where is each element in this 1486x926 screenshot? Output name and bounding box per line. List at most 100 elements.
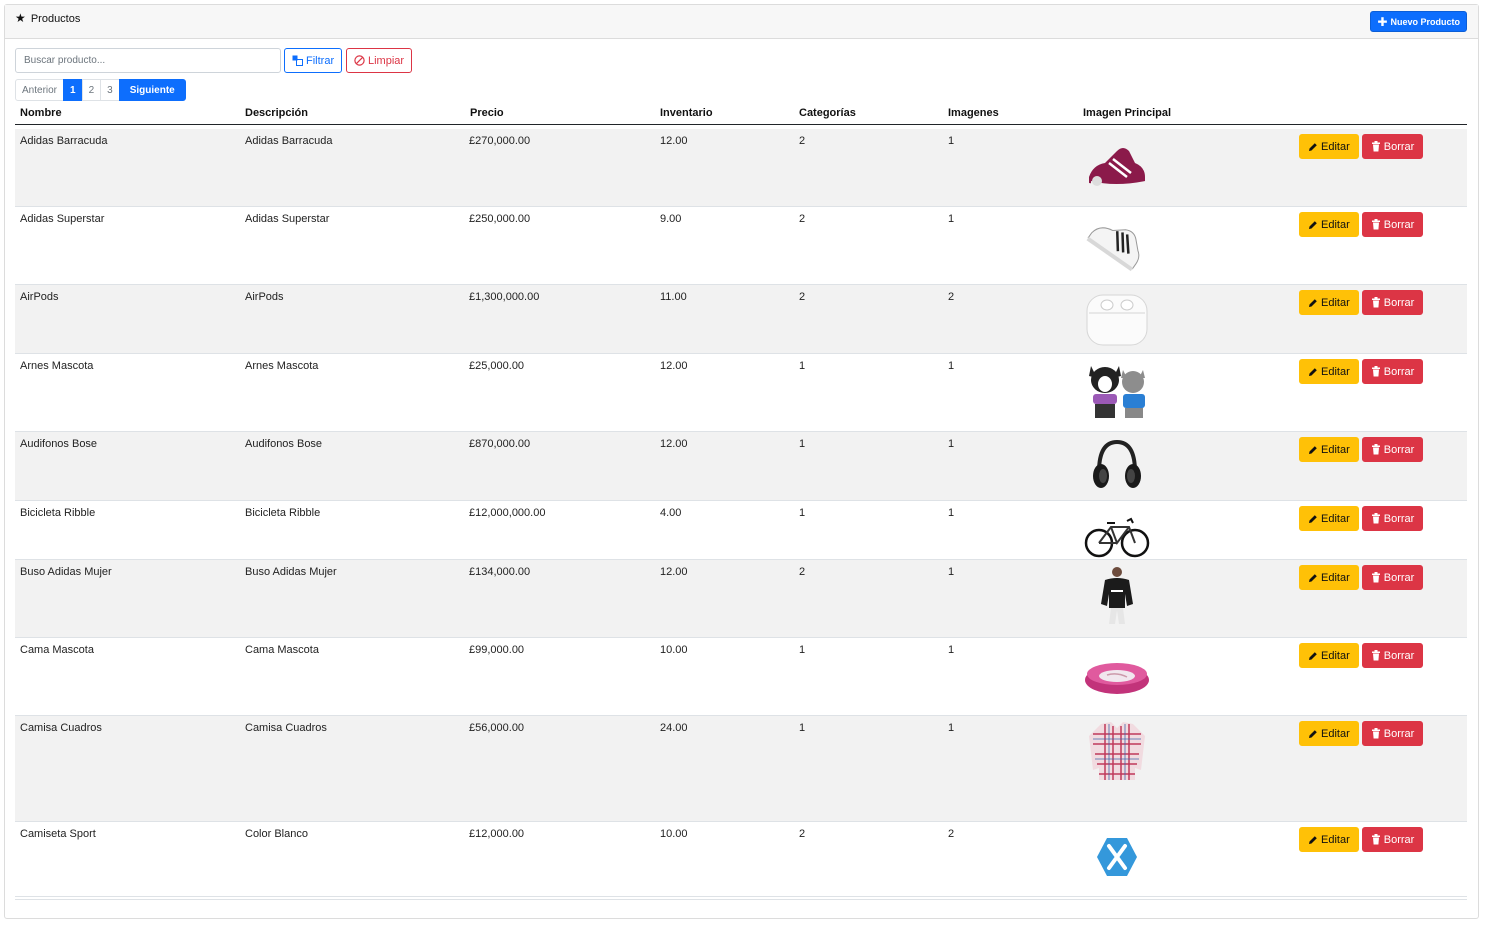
- cell-categorias: 1: [799, 438, 806, 450]
- delete-button[interactable]: Borrar: [1361, 290, 1424, 315]
- pagination-page-3[interactable]: 3: [100, 79, 120, 101]
- trash-icon: [1371, 513, 1380, 524]
- edit-button[interactable]: Editar: [1299, 565, 1359, 590]
- filter-icon: [292, 55, 303, 66]
- cell-imagenes: 1: [948, 507, 955, 519]
- column-header: Precio: [470, 107, 504, 119]
- table-row: Audifonos Bose Audifonos Bose £870,000.0…: [15, 432, 1467, 501]
- edit-button[interactable]: Editar: [1299, 721, 1359, 746]
- cell-imagenes: 1: [948, 438, 955, 450]
- edit-button[interactable]: Editar: [1299, 506, 1359, 531]
- cell-inventario: 12.00: [660, 566, 688, 578]
- airpods-case-icon: [1083, 289, 1151, 351]
- cell-descripcion: Bicicleta Ribble: [245, 507, 321, 519]
- edit-button[interactable]: Editar: [1299, 212, 1359, 237]
- cell-inventario: 12.00: [660, 438, 688, 450]
- cell-nombre: Adidas Superstar: [20, 213, 105, 225]
- delete-button[interactable]: Borrar: [1361, 212, 1424, 237]
- column-header: Categorías: [799, 107, 856, 119]
- delete-label: Borrar: [1383, 218, 1415, 231]
- delete-button[interactable]: Borrar: [1361, 437, 1424, 462]
- pencil-icon: [1309, 835, 1317, 844]
- pet-bed-icon: [1083, 642, 1151, 704]
- delete-button[interactable]: Borrar: [1361, 827, 1424, 852]
- table-header: Nombre Descripción Precio Inventario Cat…: [15, 104, 1467, 125]
- star-icon: ★: [15, 11, 26, 25]
- cell-precio: £1,300,000.00: [469, 291, 540, 303]
- delete-button[interactable]: Borrar: [1361, 134, 1424, 159]
- edit-button[interactable]: Editar: [1299, 290, 1359, 315]
- cell-categorias: 2: [799, 213, 806, 225]
- cell-imagenes: 2: [948, 291, 955, 303]
- row-actions: Editar Borrar: [1299, 721, 1424, 746]
- pencil-icon: [1309, 514, 1317, 523]
- table-row: Buso Adidas Mujer Buso Adidas Mujer £134…: [15, 560, 1467, 638]
- edit-label: Editar: [1321, 218, 1350, 231]
- column-header: Descripción: [245, 107, 308, 119]
- edit-button[interactable]: Editar: [1299, 643, 1359, 668]
- cell-descripcion: AirPods: [245, 291, 284, 303]
- cell-inventario: 12.00: [660, 135, 688, 147]
- cell-precio: £270,000.00: [469, 135, 531, 147]
- delete-button[interactable]: Borrar: [1361, 721, 1424, 746]
- column-header: Imagen Principal: [1083, 107, 1172, 119]
- pagination-page-2[interactable]: 2: [81, 79, 102, 101]
- search-input[interactable]: [15, 48, 281, 73]
- cell-inventario: 12.00: [660, 360, 688, 372]
- pagination-page-1[interactable]: 1: [63, 79, 83, 101]
- edit-label: Editar: [1321, 140, 1350, 153]
- trash-icon: [1371, 728, 1380, 739]
- pagination-prev[interactable]: Anterior: [15, 79, 65, 101]
- row-actions: Editar Borrar: [1299, 290, 1424, 315]
- edit-button[interactable]: Editar: [1299, 437, 1359, 462]
- delete-label: Borrar: [1383, 571, 1415, 584]
- cell-descripcion: Color Blanco: [245, 828, 308, 840]
- bicycle-icon: [1083, 505, 1151, 567]
- cell-nombre: AirPods: [20, 291, 59, 303]
- plaid-shirt-icon: [1083, 720, 1151, 782]
- pagination-next[interactable]: Siguiente: [118, 79, 186, 101]
- delete-button[interactable]: Borrar: [1361, 359, 1424, 384]
- column-header: Nombre: [20, 107, 62, 119]
- trash-icon: [1371, 141, 1380, 152]
- delete-button[interactable]: Borrar: [1361, 565, 1424, 590]
- filter-button[interactable]: Filtrar: [284, 48, 343, 73]
- pencil-icon: [1309, 298, 1317, 307]
- delete-label: Borrar: [1383, 140, 1415, 153]
- delete-label: Borrar: [1383, 833, 1415, 846]
- edit-button[interactable]: Editar: [1299, 827, 1359, 852]
- delete-label: Borrar: [1383, 512, 1415, 525]
- clear-button[interactable]: Limpiar: [346, 48, 413, 73]
- edit-label: Editar: [1321, 443, 1350, 456]
- cell-imagenes: 1: [948, 213, 955, 225]
- trash-icon: [1371, 366, 1380, 377]
- cell-inventario: 24.00: [660, 722, 688, 734]
- xamarin-logo-icon: [1083, 826, 1151, 888]
- new-product-label: Nuevo Producto: [1390, 16, 1460, 27]
- cell-categorias: 1: [799, 360, 806, 372]
- delete-button[interactable]: Borrar: [1361, 506, 1424, 531]
- headphones-icon: [1083, 436, 1151, 498]
- edit-label: Editar: [1321, 365, 1350, 378]
- new-product-button[interactable]: ✚ Nuevo Producto: [1370, 11, 1467, 32]
- cell-nombre: Camiseta Sport: [20, 828, 96, 840]
- page-title-label: Productos: [30, 13, 81, 25]
- trash-icon: [1371, 834, 1380, 845]
- row-actions: Editar Borrar: [1299, 565, 1424, 590]
- cell-descripcion: Arnes Mascota: [245, 360, 319, 372]
- trash-icon: [1371, 650, 1380, 661]
- cell-inventario: 10.00: [660, 828, 688, 840]
- cell-inventario: 9.00: [660, 213, 682, 225]
- cell-descripcion: Buso Adidas Mujer: [245, 566, 337, 578]
- cell-categorias: 1: [799, 507, 806, 519]
- cell-descripcion: Cama Mascota: [245, 644, 319, 656]
- edit-button[interactable]: Editar: [1299, 134, 1359, 159]
- row-actions: Editar Borrar: [1299, 827, 1424, 852]
- cell-categorias: 2: [799, 828, 806, 840]
- delete-label: Borrar: [1383, 727, 1415, 740]
- cell-inventario: 4.00: [660, 507, 682, 519]
- delete-button[interactable]: Borrar: [1361, 643, 1424, 668]
- cell-imagenes: 1: [948, 644, 955, 656]
- edit-label: Editar: [1321, 296, 1350, 309]
- edit-button[interactable]: Editar: [1299, 359, 1359, 384]
